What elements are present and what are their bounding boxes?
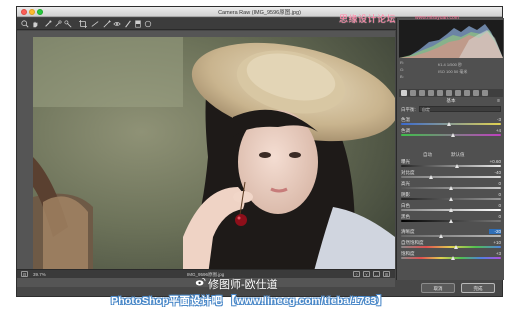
slider-thumb[interactable]	[429, 175, 433, 179]
slider-vibrance[interactable]: 自然饱和度 +10	[401, 240, 501, 250]
tab-lens-corrections[interactable]	[446, 90, 452, 96]
slider-contrast[interactable]: 对比度 -40	[401, 170, 501, 180]
readout-iso: ISO 100 50 毫米	[438, 69, 468, 74]
slider-thumb[interactable]	[451, 256, 455, 260]
tab-tone-curve[interactable]	[410, 90, 416, 96]
watermark-bottom: PhotoShop平面设计吧 【www.lineeg.com/tieba/178…	[111, 295, 388, 307]
tab-effects[interactable]	[455, 90, 461, 96]
slider-thumb[interactable]	[454, 245, 458, 249]
slider-thumb[interactable]	[449, 197, 453, 201]
slider-shadows[interactable]: 阴影 0	[401, 192, 501, 202]
slider-track[interactable]	[401, 165, 501, 167]
preview-settings-button[interactable]: ☰	[383, 271, 390, 277]
status-bar: ⊟ 39.7% IMG_9596原图.jpg ? Y ↔ ☰	[17, 269, 395, 278]
white-balance-label: 白平衡:	[401, 107, 416, 112]
slider-exposure[interactable]: 曝光 +0.60	[401, 159, 501, 169]
hand-icon[interactable]	[31, 20, 39, 28]
histogram-graph	[399, 24, 503, 58]
readout-g: G:	[400, 67, 405, 72]
readout-b: B:	[400, 74, 404, 79]
slider-track[interactable]	[401, 246, 501, 248]
red-eye-icon[interactable]	[113, 20, 121, 28]
slider-value[interactable]: +0.60	[489, 159, 501, 164]
portrait-image	[33, 37, 395, 275]
slider-track[interactable]	[401, 235, 501, 237]
preview-toggle-button[interactable]: ⊟	[21, 271, 28, 277]
watermark-site: 思缘设计论坛	[339, 14, 397, 24]
zoom-icon[interactable]	[21, 20, 29, 28]
weibo-icon	[195, 277, 206, 287]
swap-button[interactable]: ↔	[373, 271, 380, 277]
slider-thumb[interactable]	[449, 208, 453, 212]
tab-snapshots[interactable]	[482, 90, 488, 96]
tab-hsl[interactable]	[428, 90, 434, 96]
slider-value[interactable]: +3	[489, 251, 501, 256]
color-sampler-icon[interactable]	[54, 20, 62, 28]
readout-r: R:	[400, 60, 404, 65]
white-balance-row: 白平衡: 自定	[401, 106, 501, 113]
slider-track[interactable]	[401, 123, 501, 125]
info-button[interactable]: ?	[353, 271, 360, 277]
slider-tint[interactable]: 色调 +4	[401, 128, 501, 138]
slider-saturation[interactable]: 饱和度 +3	[401, 251, 501, 261]
slider-value[interactable]: +10	[489, 240, 501, 245]
done-button[interactable]: 完成	[461, 283, 495, 293]
tab-split-toning[interactable]	[437, 90, 443, 96]
panel-menu-icon[interactable]: ≡	[497, 98, 500, 104]
adjustment-panel: R: G: B: f/1.4 1/500 秒 ISO 100 50 毫米 基本 …	[396, 18, 504, 280]
slider-value[interactable]: -20	[489, 229, 501, 234]
slider-thumb[interactable]	[449, 219, 453, 223]
cancel-button[interactable]: 取消	[421, 283, 455, 293]
slider-thumb[interactable]	[449, 186, 453, 190]
default-link[interactable]: 默认值	[451, 152, 465, 158]
targeted-adjustment-icon[interactable]	[64, 20, 72, 28]
readout-aperture: f/1.4 1/500 秒	[438, 62, 463, 67]
spot-removal-icon[interactable]	[103, 20, 111, 28]
slider-clarity[interactable]: 清晰度 -20	[401, 229, 501, 239]
panel-title: 基本	[446, 98, 456, 103]
crop-icon[interactable]	[79, 20, 87, 28]
slider-value[interactable]: 0	[489, 181, 501, 186]
preview-photo[interactable]	[33, 37, 395, 275]
slider-thumb[interactable]	[451, 133, 455, 137]
slider-value[interactable]: -3	[489, 117, 501, 122]
white-balance-icon[interactable]	[44, 20, 52, 28]
slider-thumb[interactable]	[439, 234, 443, 238]
slider-value[interactable]: 0	[489, 203, 501, 208]
slider-highlights[interactable]: 高光 0	[401, 181, 501, 191]
slider-track[interactable]	[401, 176, 501, 178]
tab-basic[interactable]	[401, 90, 407, 96]
slider-value[interactable]: 0	[489, 192, 501, 197]
slider-value[interactable]: +4	[489, 128, 501, 133]
tab-camera-calibration[interactable]	[464, 90, 470, 96]
tab-presets[interactable]	[473, 90, 479, 96]
graduated-filter-icon[interactable]	[134, 20, 142, 28]
adjustment-brush-icon[interactable]	[124, 20, 132, 28]
radial-filter-icon[interactable]	[144, 20, 152, 28]
watermark-url: www.missyuan.com	[415, 15, 459, 21]
slider-thumb[interactable]	[455, 164, 459, 168]
panel-tabs	[399, 89, 503, 97]
slider-whites[interactable]: 白色 0	[401, 203, 501, 213]
view-mode-before-after-button[interactable]: Y	[363, 271, 370, 277]
auto-link[interactable]: 自动	[423, 152, 432, 158]
straighten-icon[interactable]	[91, 20, 99, 28]
white-balance-select[interactable]: 自定	[419, 106, 501, 112]
watermark-author: 修图师-欧仕道	[208, 279, 278, 291]
slider-temperature[interactable]: 色温 -3	[401, 117, 501, 127]
slider-value[interactable]: 0	[489, 214, 501, 219]
slider-thumb[interactable]	[447, 122, 451, 126]
histogram	[399, 20, 503, 58]
preview-area	[17, 31, 395, 287]
camera-raw-window: Camera Raw (IMG_9596原图.jpg) ⊟ 39.7% IMG_…	[16, 6, 504, 297]
slider-blacks[interactable]: 黑色 0	[401, 214, 501, 224]
slider-value[interactable]: -40	[489, 170, 501, 175]
tab-detail[interactable]	[419, 90, 425, 96]
zoom-level[interactable]: 39.7%	[33, 272, 46, 277]
